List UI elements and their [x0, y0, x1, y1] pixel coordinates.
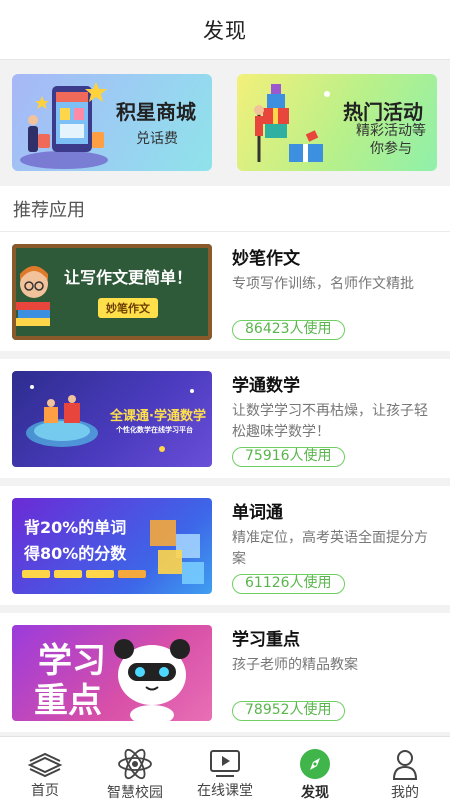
app-item-dancitong[interactable]: 背20%的单词 得80%的分数 单词通 精准定位，高考英语全面提分方案 6112…	[0, 486, 450, 605]
thumbnail-tag: 妙笔作文	[98, 298, 158, 318]
app-thumbnail: 全课通·学通数学 个性化数学在线学习平台	[12, 371, 212, 467]
thumbnail-slogan: 背20%的单词	[24, 518, 127, 537]
banner-row: 积星商城 兑话费 热门活动 精彩活动等你参与	[0, 60, 450, 186]
usage-badge: 61126人使用	[232, 574, 345, 594]
app-item-miaobi[interactable]: 让写作文更简单！ 妙笔作文 妙笔作文 专项写作训练，名师作文精批 86423人使…	[0, 232, 450, 351]
banner-title: 积星商城	[116, 100, 196, 124]
app-name: 单词通	[232, 503, 283, 523]
gift-illustration-icon	[254, 84, 330, 162]
app-thumbnail: 背20%的单词 得80%的分数	[12, 498, 212, 594]
play-icon	[206, 747, 244, 779]
tab-home[interactable]: 首页	[0, 737, 90, 800]
star-mall-banner[interactable]: 积星商城 兑话费	[12, 74, 212, 171]
usage-badge: 86423人使用	[232, 320, 345, 340]
usage-badge: 75916人使用	[232, 447, 345, 467]
tab-online-class[interactable]: 在线课堂	[180, 737, 270, 800]
app-description: 让数学学习不再枯燥，让孩子轻松趣味学数学！	[232, 403, 428, 440]
hot-activities-banner[interactable]: 热门活动 精彩活动等你参与	[237, 74, 437, 171]
usage-badge: 78952人使用	[232, 701, 345, 721]
banner-subtitle: 精彩活动等你参与	[356, 123, 426, 157]
tab-label: 在线课堂	[197, 783, 253, 799]
tab-discover[interactable]: 发现	[270, 737, 360, 800]
app-list: 让写作文更简单！ 妙笔作文 妙笔作文 专项写作训练，名师作文精批 86423人使…	[0, 232, 450, 740]
atom-icon	[116, 747, 154, 781]
app-description: 孩子老师的精品教案	[232, 657, 358, 673]
app-description: 精准定位，高考英语全面提分方案	[232, 530, 428, 567]
tab-label: 发现	[301, 785, 329, 800]
tab-label: 智慧校园	[107, 785, 163, 800]
shopping-illustration-icon	[20, 82, 108, 169]
recommended-apps-heading: 推荐应用	[0, 186, 450, 232]
app-description: 专项写作训练，名师作文精批	[232, 276, 414, 292]
tab-label: 首页	[31, 783, 59, 799]
app-name: 学习重点	[232, 630, 300, 650]
thumbnail-tag: 得80%的分数	[24, 544, 127, 563]
student-cartoon-icon	[16, 266, 50, 326]
app-item-key-points[interactable]: 学习 重点 学习重点 孩子老师的精品教案 78952人使用	[0, 613, 450, 732]
app-thumbnail: 学习 重点	[12, 625, 212, 721]
top-bar: 发现	[0, 0, 450, 60]
compass-icon	[296, 747, 334, 781]
thumbnail-slogan: 全课通·学通数学	[110, 409, 206, 424]
tab-label: 我的	[391, 785, 419, 800]
tab-smart-campus[interactable]: 智慧校园	[90, 737, 180, 800]
thumbnail-tag: 个性化数学在线学习平台	[116, 426, 193, 434]
app-name: 妙笔作文	[232, 249, 300, 269]
app-thumbnail: 让写作文更简单！ 妙笔作文	[12, 244, 212, 340]
banner-subtitle: 兑话费	[136, 131, 178, 147]
thumbnail-slogan: 让写作文更简单！	[64, 268, 193, 287]
person-icon	[386, 747, 424, 781]
books-icon	[26, 747, 64, 779]
page-title: 发现	[203, 18, 247, 43]
app-name: 学通数学	[232, 376, 300, 396]
app-item-xuetong-math[interactable]: 全课通·学通数学 个性化数学在线学习平台 学通数学 让数学学习不再枯燥，让孩子轻…	[0, 359, 450, 478]
thumbnail-tag: 重点	[34, 681, 102, 721]
tab-mine[interactable]: 我的	[360, 737, 450, 800]
banner-title: 热门活动	[343, 100, 423, 124]
bottom-tab-bar: 首页 智慧校园 在线课堂 发现 我的	[0, 736, 450, 800]
